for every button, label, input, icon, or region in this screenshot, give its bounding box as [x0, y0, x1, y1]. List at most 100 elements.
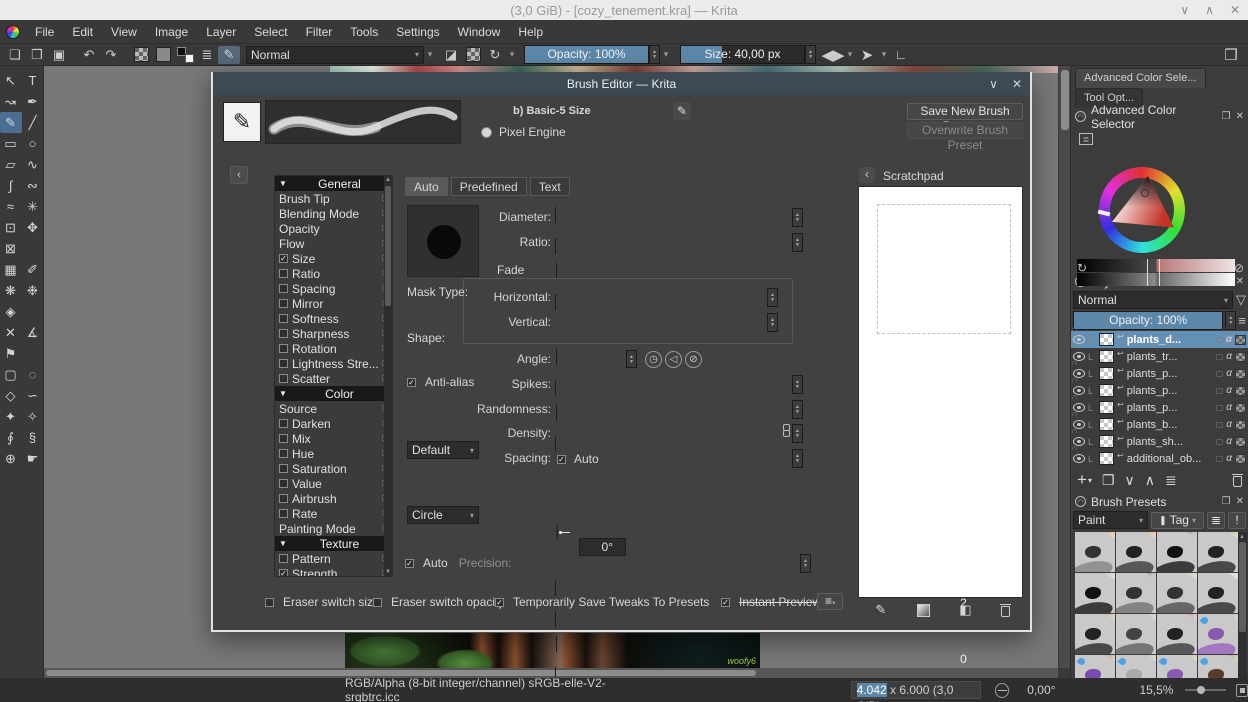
option-checkbox[interactable]: ✓: [279, 254, 288, 263]
scratchpad-clear-icon[interactable]: [1000, 604, 1012, 617]
mirror-h-dropdown-button[interactable]: ▾: [844, 46, 856, 64]
polygon-tool[interactable]: ▱: [0, 154, 22, 175]
vertical-spinner[interactable]: ▲ ▼: [767, 313, 778, 332]
layer-inherit-alpha-icon[interactable]: [1235, 453, 1246, 464]
no-color-icon[interactable]: ⊘: [1234, 261, 1244, 275]
size-slider[interactable]: Size: 40,00 px: [680, 45, 805, 64]
freehand-select-tool[interactable]: ∽: [22, 385, 44, 406]
option-opacity[interactable]: Opacity: [275, 221, 392, 236]
option-rate[interactable]: Rate: [275, 506, 392, 521]
layer-row[interactable]: L ↩plants_p... α: [1071, 382, 1248, 399]
option-strength[interactable]: ✓ Strength: [275, 566, 392, 576]
menu-settings[interactable]: Settings: [387, 20, 448, 44]
menu-window[interactable]: Window: [449, 20, 510, 44]
delete-layer-button[interactable]: [1232, 474, 1243, 487]
tab-predefined[interactable]: Predefined: [450, 177, 527, 196]
text-tool[interactable]: T: [22, 70, 44, 91]
select-shapes-tool[interactable]: ↖: [0, 70, 22, 91]
layer-lock-icon[interactable]: [1216, 455, 1224, 462]
freehand-path-tool[interactable]: ∾: [22, 175, 44, 196]
pan-tool[interactable]: ☛: [22, 448, 44, 469]
option-checkbox[interactable]: [279, 269, 288, 278]
colorize-mask-tool[interactable]: ❋: [0, 280, 22, 301]
fg-bg-color-button[interactable]: [174, 46, 196, 64]
eraser-switch-opacity-checkbox[interactable]: [373, 597, 382, 607]
options-section-texture[interactable]: ▼ Texture: [275, 536, 392, 551]
zoom-slider[interactable]: [1185, 686, 1226, 694]
collapse-options-button[interactable]: ‹: [230, 166, 248, 184]
layer-inherit-alpha-icon[interactable]: [1235, 351, 1246, 362]
window-minimize-button[interactable]: ∨: [1180, 3, 1189, 17]
redo-button[interactable]: ↷: [100, 46, 122, 64]
move-layer-down-button[interactable]: ∨: [1125, 472, 1135, 489]
dynamic-brush-tool[interactable]: ≈: [0, 196, 22, 217]
gradient-tool[interactable]: ▦: [0, 259, 22, 280]
menu-layer[interactable]: Layer: [197, 20, 245, 44]
angle-pointer-icon[interactable]: ◁: [665, 351, 682, 368]
option-checkbox[interactable]: [279, 314, 288, 323]
option-checkbox[interactable]: [279, 509, 288, 518]
layer-lock-icon[interactable]: [1216, 404, 1224, 411]
undo-button[interactable]: ↶: [78, 46, 100, 64]
diameter-spinner[interactable]: ▲ ▼: [792, 208, 803, 227]
assistants-tool[interactable]: ✕: [0, 322, 22, 343]
option-sharpness[interactable]: Sharpness: [275, 326, 392, 341]
brush-preset-item[interactable]: [1075, 532, 1115, 572]
calligraphy-tool[interactable]: ✒: [22, 91, 44, 112]
brush-preset-item[interactable]: [1198, 532, 1238, 572]
layer-lock-icon[interactable]: [1216, 353, 1224, 360]
transform-tool[interactable]: ⊡: [0, 217, 22, 238]
layer-alpha-icon[interactable]: α: [1226, 351, 1232, 362]
mirror-v-dropdown-button[interactable]: ▾: [878, 46, 890, 64]
tab-auto[interactable]: Auto: [405, 177, 448, 196]
layer-opacity-slider[interactable]: Opacity: 100%: [1073, 311, 1224, 330]
menu-image[interactable]: Image: [146, 20, 197, 44]
layer-inherit-alpha-icon[interactable]: [1235, 436, 1246, 447]
layer-alpha-icon[interactable]: α: [1226, 453, 1232, 464]
angle-clock-icon[interactable]: ◷: [645, 351, 662, 368]
layer-alpha-icon[interactable]: α: [1226, 402, 1232, 413]
reload-dropdown-button[interactable]: ▾: [506, 46, 518, 64]
option-hue[interactable]: Hue: [275, 446, 392, 461]
ratio-spinner[interactable]: ▲ ▼: [792, 233, 803, 252]
blending-dropdown-button[interactable]: ▾: [424, 46, 436, 64]
options-scrollbar[interactable]: ▲ ▼: [384, 176, 392, 576]
horizontal-spinner[interactable]: ▲ ▼: [767, 288, 778, 307]
save-new-preset-button[interactable]: Save New Brush Preset...: [907, 103, 1023, 133]
scratchpad-collapse-button[interactable]: ‹: [859, 167, 875, 183]
antialias-checkbox[interactable]: ✓: [407, 377, 416, 387]
edit-shapes-tool[interactable]: ↝: [0, 91, 22, 112]
tab-advanced-color-selector[interactable]: Advanced Color Sele...: [1075, 68, 1206, 88]
save-document-button[interactable]: ▣: [48, 46, 70, 64]
layer-visibility-icon[interactable]: [1073, 403, 1085, 412]
bezier-curve-tool[interactable]: ∫: [0, 175, 22, 196]
spacing-auto-checkbox[interactable]: ✓: [557, 454, 566, 464]
move-tool[interactable]: ✥: [22, 217, 44, 238]
layer-inherit-alpha-icon[interactable]: [1235, 385, 1246, 396]
option-mix[interactable]: Mix: [275, 431, 392, 446]
dialog-options-menu-button[interactable]: ≡▾: [817, 593, 843, 610]
density-spinner[interactable]: ▲ ▼: [792, 424, 803, 443]
brush-preset-item[interactable]: [1198, 614, 1238, 654]
reference-images-tool[interactable]: ⚑: [0, 343, 22, 364]
wrap-around-button[interactable]: ∟: [890, 46, 912, 64]
opacity-slider[interactable]: Opacity: 100%: [524, 45, 649, 64]
menu-tools[interactable]: Tools: [341, 20, 387, 44]
option-checkbox[interactable]: [279, 419, 288, 428]
angle-dial[interactable]: [556, 524, 558, 540]
spacing-spinner[interactable]: ▲ ▼: [792, 449, 803, 468]
option-checkbox[interactable]: [279, 494, 288, 503]
brush-preset-item[interactable]: [1075, 614, 1115, 654]
opacity-spinner[interactable]: ▲ ▼: [649, 45, 660, 64]
hue-ring[interactable]: [1097, 167, 1185, 253]
brush-preset-item[interactable]: [1157, 532, 1197, 572]
new-document-button[interactable]: ❏: [4, 46, 26, 64]
zoom-fit-icon[interactable]: [1235, 683, 1248, 697]
selector-settings-icon[interactable]: ≣: [1079, 133, 1093, 145]
preset-scrollbar[interactable]: ▲ ▼: [1238, 532, 1247, 702]
layer-lock-icon[interactable]: [1216, 387, 1224, 394]
layer-row[interactable]: L ↩ plants_tr... α: [1071, 348, 1248, 365]
layer-row[interactable]: L ↩ additional_ob... α: [1071, 450, 1248, 467]
scratchpad-fill-icon[interactable]: ◧: [955, 602, 975, 618]
storage-button[interactable]: !: [1228, 511, 1246, 529]
